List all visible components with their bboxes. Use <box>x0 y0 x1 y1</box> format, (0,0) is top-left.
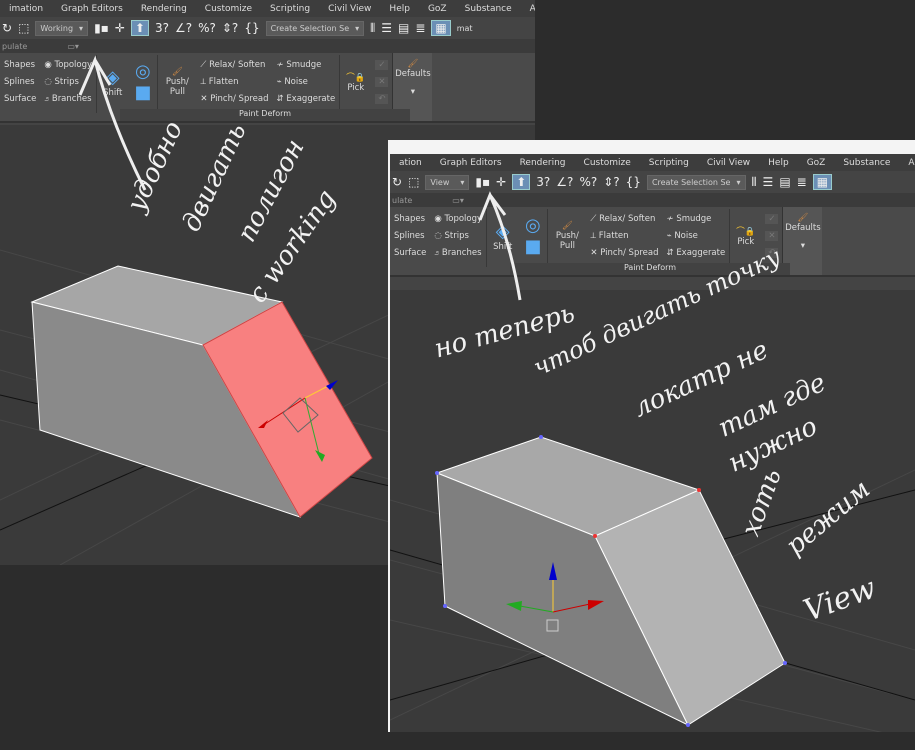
annotation-arrows <box>78 55 522 301</box>
